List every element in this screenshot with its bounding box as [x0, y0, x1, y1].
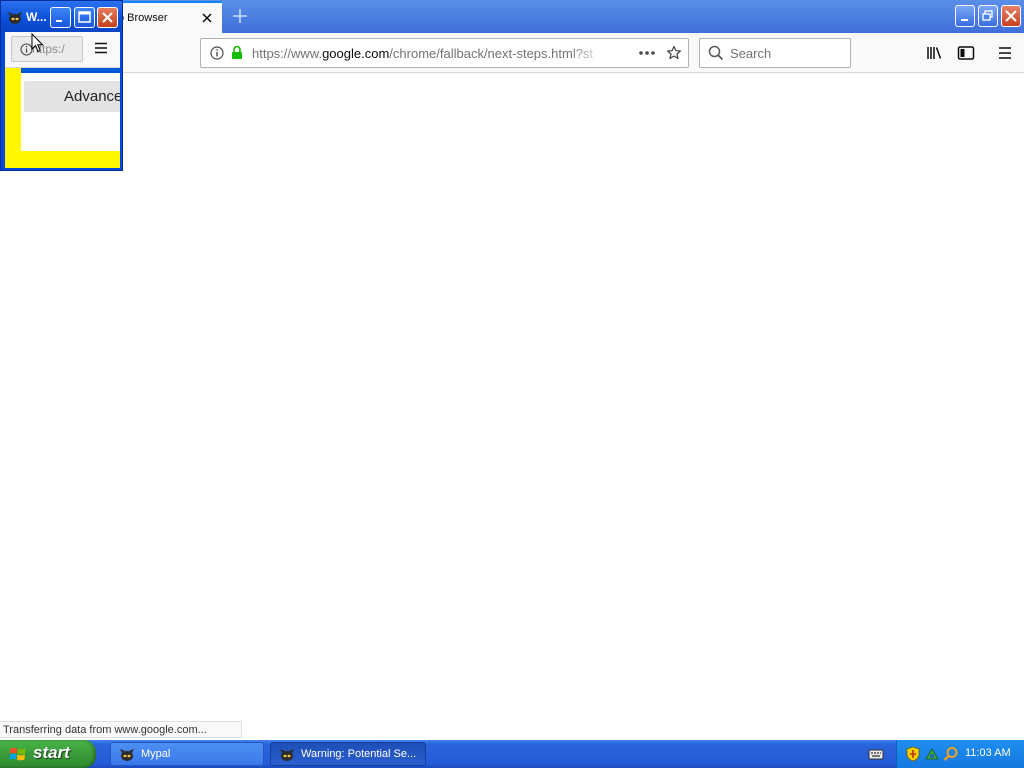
info-icon[interactable] [210, 46, 224, 60]
tab-title: o Browser [118, 12, 168, 24]
library-icon[interactable] [925, 43, 945, 63]
close-icon [102, 12, 113, 23]
minimize-icon [961, 19, 968, 21]
taskbar-item-label: Warning: Potential Se... [301, 748, 417, 760]
mypal-icon [8, 12, 22, 24]
popup-content: Advanced... [5, 68, 120, 168]
popup-titlebar[interactable]: W... [1, 1, 122, 32]
hamburger-menu-icon[interactable] [93, 40, 109, 56]
browser-window: o Browser https://www.google.com/chrome/… [0, 0, 1024, 740]
network-icon[interactable] [924, 746, 940, 762]
url-path: /chrome/fallback/next-steps.html?st [389, 46, 594, 61]
search-input[interactable] [730, 43, 840, 63]
new-tab-icon[interactable] [229, 5, 251, 27]
taskbar: start Mypal Warning: Potential Se... 11:… [0, 740, 1024, 768]
popup-window[interactable]: W... https:/ Advanced... [0, 0, 123, 171]
status-panel: Transferring data from www.google.com... [0, 721, 242, 738]
lock-icon[interactable] [231, 45, 243, 60]
url-text[interactable]: https://www.google.com/chrome/fallback/n… [252, 46, 600, 61]
page-actions-icon[interactable] [638, 47, 656, 59]
clock: 11:03 AM [965, 747, 1011, 759]
sidebar-icon[interactable] [956, 43, 976, 63]
start-button[interactable]: start [0, 740, 96, 768]
taskbar-item-warning[interactable]: Warning: Potential Se... [270, 742, 426, 766]
security-shield-icon[interactable] [906, 746, 920, 762]
advanced-button[interactable]: Advanced... [24, 81, 120, 112]
start-label: start [33, 743, 70, 762]
page-content [0, 73, 1024, 718]
navigation-toolbar: https://www.google.com/chrome/fallback/n… [0, 33, 1024, 73]
taskbar-item-mypal[interactable]: Mypal [110, 742, 264, 766]
window-restore-button[interactable] [978, 5, 998, 27]
system-tray: 11:03 AM [896, 740, 1024, 768]
keyboard-icon[interactable] [868, 746, 884, 762]
tab-close-icon[interactable] [199, 10, 215, 26]
url-scheme: https://www. [252, 46, 323, 61]
url-bar[interactable]: https://www.google.com/chrome/fallback/n… [200, 38, 689, 68]
search-icon[interactable] [943, 746, 959, 762]
windows-flag-icon [9, 747, 26, 761]
popup-title: W... [26, 10, 47, 24]
popup-url-bar[interactable]: https:/ [11, 36, 83, 62]
search-box[interactable] [699, 38, 851, 68]
window-close-button[interactable] [1001, 5, 1021, 27]
bookmark-star-icon[interactable] [666, 45, 682, 61]
mypal-icon [280, 749, 294, 761]
taskbar-item-label: Mypal [141, 748, 171, 760]
mouse-cursor-icon [31, 33, 44, 53]
window-minimize-button[interactable] [955, 5, 975, 27]
panel-accent-stripe [21, 68, 120, 73]
status-text: Transferring data from www.google.com... [3, 724, 207, 736]
mypal-icon [120, 749, 134, 761]
popup-maximize-button[interactable] [74, 7, 95, 28]
url-host: google.com [322, 46, 390, 61]
hamburger-menu-icon[interactable] [995, 43, 1015, 63]
warning-panel: Advanced... [21, 68, 120, 151]
popup-minimize-button[interactable] [50, 7, 71, 28]
tab-strip: o Browser [0, 0, 1024, 33]
popup-close-button[interactable] [97, 7, 118, 28]
close-icon [1005, 10, 1017, 22]
minimize-icon [56, 20, 62, 22]
url-fade [571, 41, 605, 65]
search-icon [708, 45, 724, 61]
popup-toolbar: https:/ [5, 32, 120, 68]
maximize-icon [78, 11, 91, 23]
restore-icon [982, 10, 993, 21]
